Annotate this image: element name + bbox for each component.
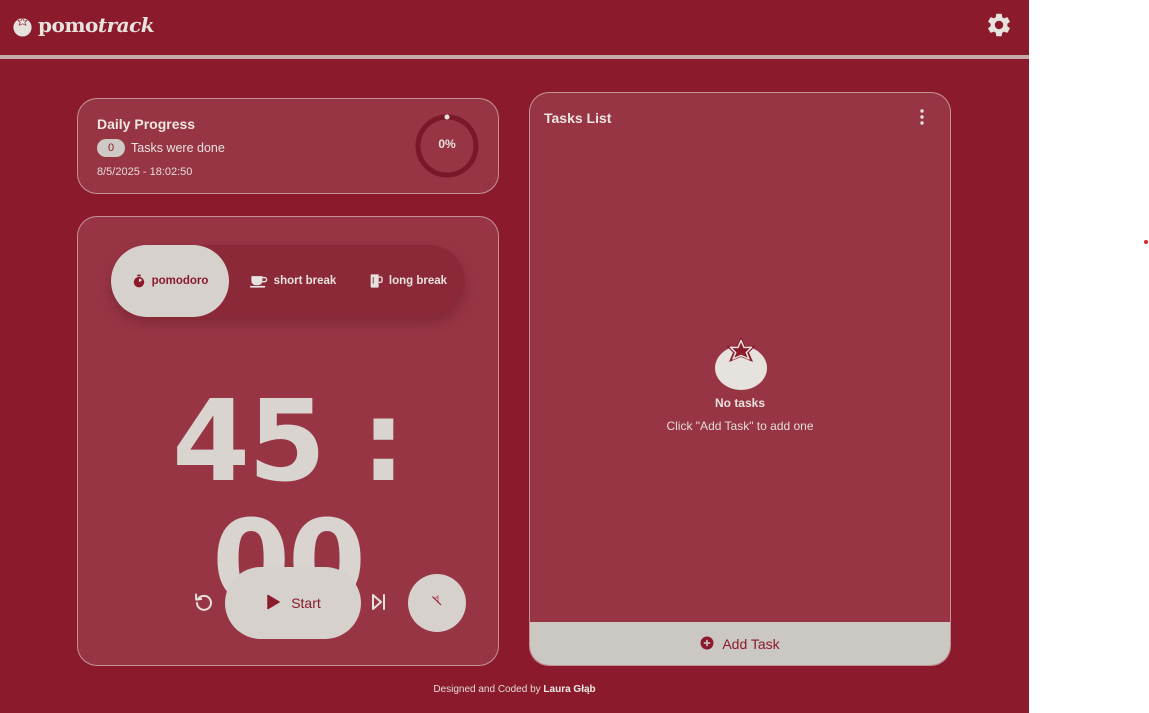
empty-tomato-icon [712,335,770,391]
progress-ring: 0% [414,113,480,179]
play-icon [265,594,281,613]
header: pomotrack [0,0,1029,56]
progress-datetime: 8/5/2025 - 18:02:50 [97,166,193,178]
skip-next-icon [366,594,390,618]
daily-progress-card: Daily Progress 0 Tasks were done 8/5/202… [77,98,499,194]
header-divider [0,55,1029,59]
footer: Designed and Coded by Laura Głąb [0,684,1029,695]
settings-button[interactable] [985,11,1013,39]
footer-credit: Designed and Coded by [433,684,541,695]
add-task-button[interactable]: Add Task [530,622,950,665]
mode-pomodoro-label: pomodoro [151,275,209,287]
progress-percent: 0% [438,137,456,151]
mode-long-break-button[interactable]: long break [355,245,461,317]
brand-logo[interactable]: pomotrack [11,13,155,37]
mode-pomodoro-button[interactable]: pomodoro [111,245,229,317]
progress-title: Daily Progress [97,116,196,132]
app-window: pomotrack Daily Progress 0 Tasks were do… [0,0,1029,713]
gear-icon [985,13,1013,43]
plus-circle-icon [700,636,714,653]
mode-short-break-label: short break [273,275,337,287]
mode-switch: pomodoro short break long break [111,245,465,317]
brand-name-regular: pomo [38,13,98,37]
footer-author-link[interactable]: Laura Głąb [543,684,595,695]
kebab-menu-icon [912,109,932,131]
timer-icon [132,274,146,288]
tasks-menu-button[interactable] [912,107,932,127]
start-label: Start [291,595,321,611]
coffee-cup-icon [249,274,268,288]
tomato-icon [11,14,34,37]
reset-icon [192,593,216,618]
tasks-done-row: 0 Tasks were done [97,139,225,157]
add-task-label: Add Task [722,636,780,652]
tasks-done-label: Tasks were done [131,141,225,155]
start-button[interactable]: Start [225,567,361,639]
tasks-list-card: Tasks List No tasks Click "Add Task" to … [529,92,951,666]
sound-icon [431,594,443,612]
brand-name: pomotrack [38,13,155,37]
tasks-done-count: 0 [97,139,125,157]
empty-state-title: No tasks [714,396,766,410]
timer-controls: Start [78,567,500,639]
coffee-mug-icon [369,273,383,289]
timer-card: pomodoro short break long break 45: 00 … [77,216,499,666]
empty-state-subtitle: Click "Add Task" to add one [666,419,814,433]
tasks-list-title: Tasks List [544,110,612,126]
cursor-dot [1144,240,1148,244]
mode-long-break-label: long break [388,275,448,287]
brand-name-italic: track [97,13,155,37]
skip-button[interactable] [366,590,390,614]
sound-toggle-button[interactable] [408,574,466,632]
reset-button[interactable] [192,590,216,614]
mode-short-break-button[interactable]: short break [237,245,349,317]
